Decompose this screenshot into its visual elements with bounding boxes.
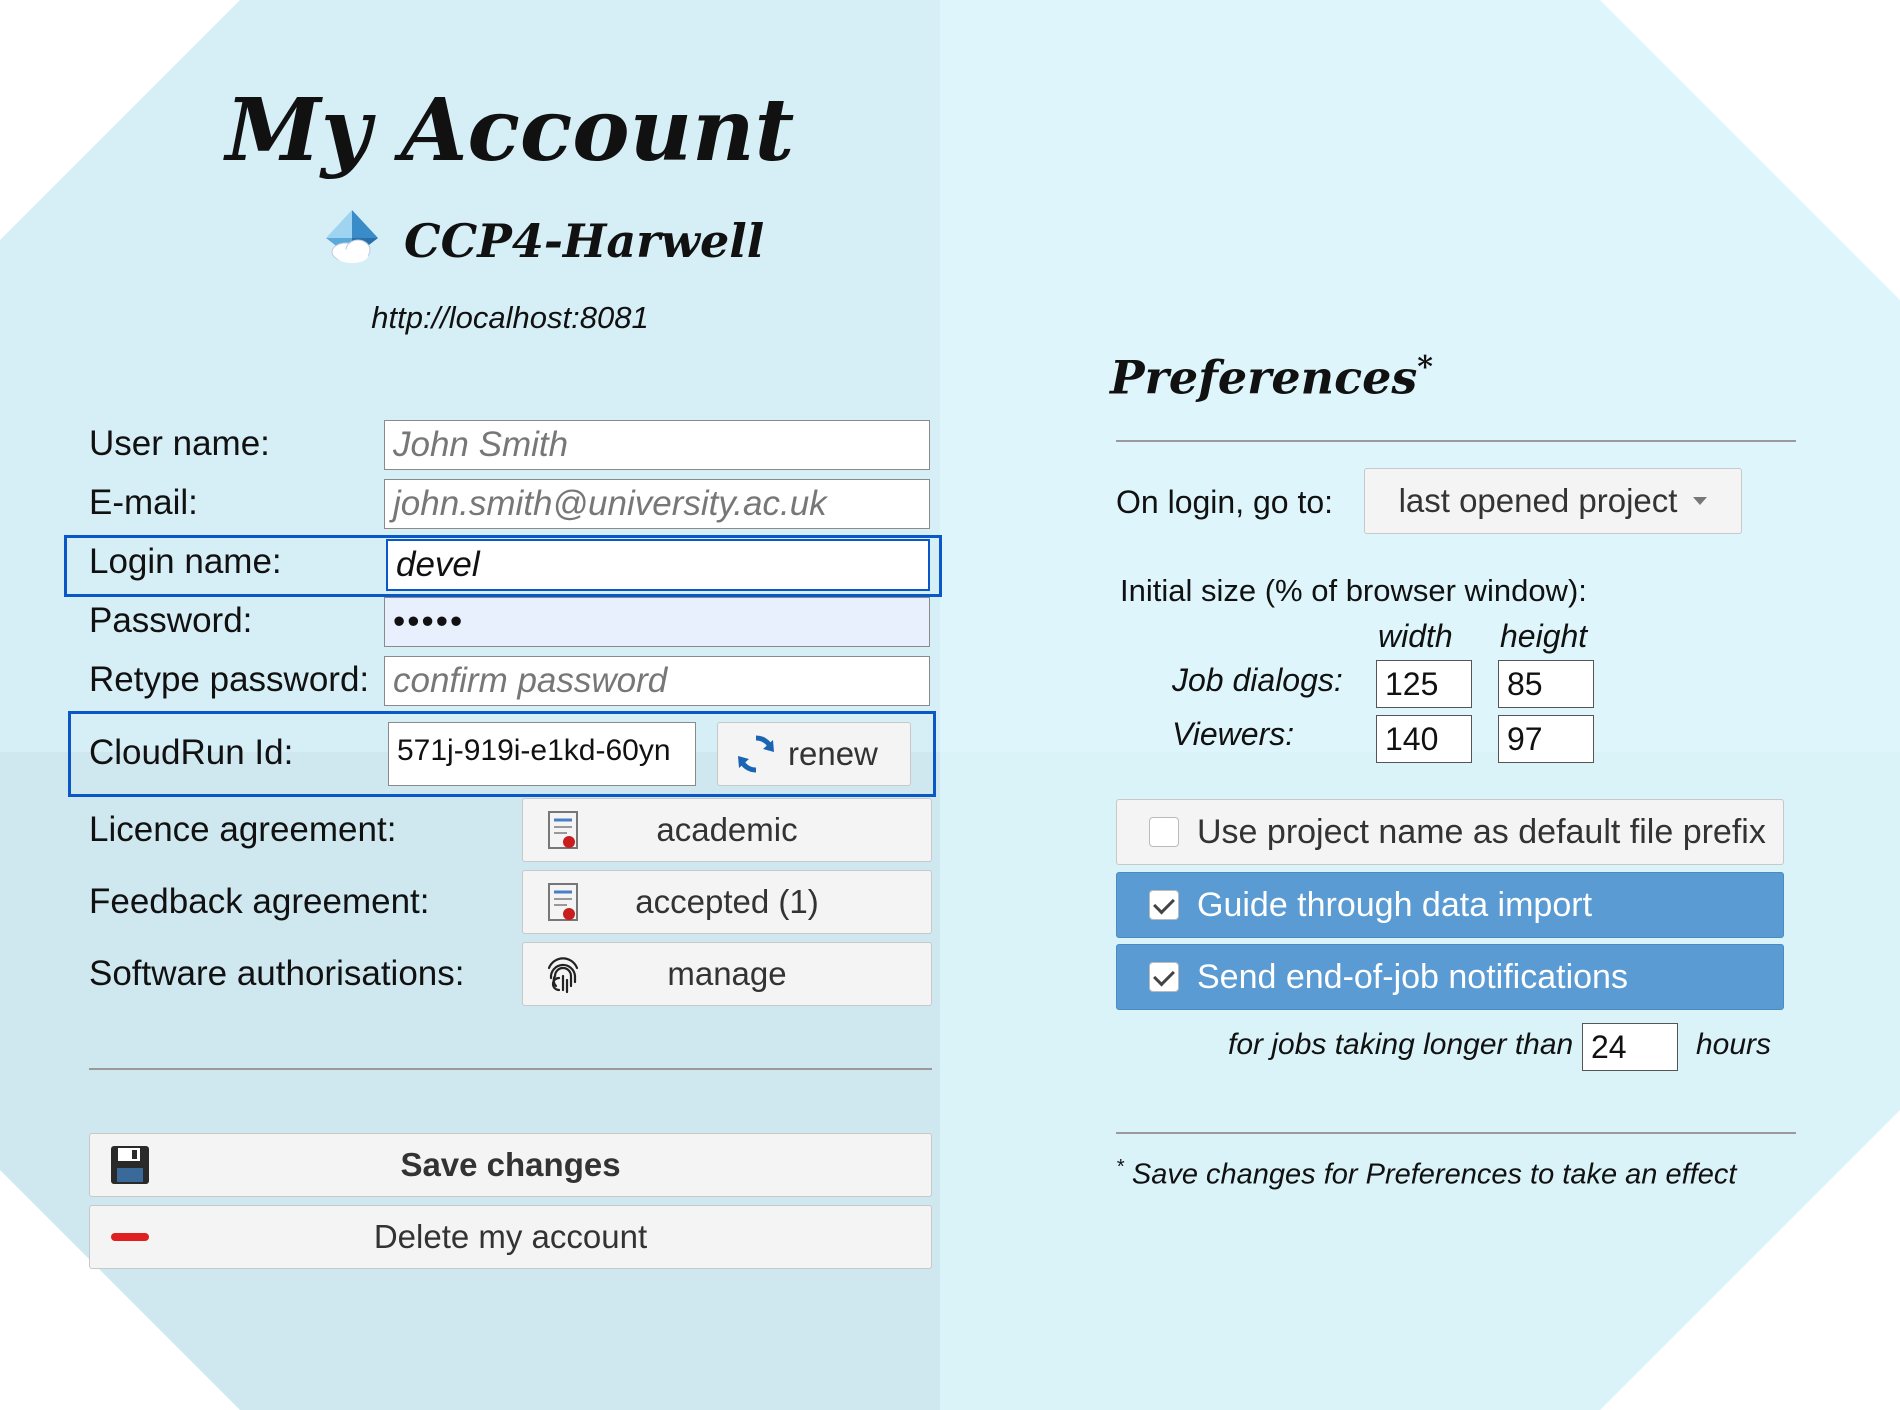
preferences-divider-bottom bbox=[1116, 1132, 1796, 1134]
toggle-end-of-job-notifications[interactable]: Send end-of-job notifications bbox=[1116, 944, 1784, 1010]
preferences-title: Preferences* bbox=[1110, 350, 1433, 405]
preferences-title-mark: * bbox=[1417, 350, 1433, 385]
viewers-height-input[interactable]: 97 bbox=[1498, 715, 1594, 763]
software-button[interactable]: manage bbox=[522, 942, 932, 1006]
preferences-footnote: * Save changes for Preferences to take a… bbox=[1116, 1156, 1736, 1192]
viewers-label: Viewers: bbox=[1172, 716, 1295, 752]
checkbox-icon bbox=[1149, 817, 1179, 847]
preferences-divider-top bbox=[1116, 440, 1796, 442]
password-label: Password: bbox=[89, 601, 253, 640]
retype-password-label: Retype password: bbox=[89, 660, 370, 699]
site-url: http://localhost:8081 bbox=[371, 300, 649, 335]
height-header: height bbox=[1500, 618, 1588, 654]
cloud-diamond-icon bbox=[320, 208, 384, 273]
login-name-label: Login name: bbox=[89, 542, 282, 581]
login-name-field[interactable]: devel bbox=[386, 539, 930, 591]
toggle-guide-data-import[interactable]: Guide through data import bbox=[1116, 872, 1784, 938]
toggle-end-of-job-notifications-label: Send end-of-job notifications bbox=[1197, 957, 1628, 996]
footnote-mark: * bbox=[1116, 1156, 1124, 1178]
checkbox-icon bbox=[1149, 890, 1179, 920]
renew-button[interactable]: renew bbox=[717, 722, 911, 786]
fingerprint-icon bbox=[539, 950, 587, 998]
corner-top-right bbox=[1600, 0, 1900, 300]
notify-hours-suffix: hours bbox=[1696, 1028, 1772, 1061]
save-changes-label: Save changes bbox=[400, 1146, 621, 1183]
delete-account-button[interactable]: Delete my account bbox=[89, 1205, 932, 1269]
notify-prefix-text: for jobs taking longer than bbox=[1228, 1028, 1574, 1061]
initial-size-label: Initial size (% of browser window): bbox=[1120, 573, 1587, 608]
page-title: My Account bbox=[225, 80, 795, 181]
account-divider bbox=[89, 1068, 932, 1070]
viewers-width-input[interactable]: 140 bbox=[1376, 715, 1472, 763]
delete-account-label: Delete my account bbox=[373, 1218, 648, 1255]
certificate-icon bbox=[539, 806, 587, 854]
job-dialogs-height-input[interactable]: 85 bbox=[1498, 660, 1594, 708]
corner-bottom-right bbox=[1600, 1110, 1900, 1410]
cloudrun-label: CloudRun Id: bbox=[89, 733, 294, 772]
login-goto-select[interactable]: last opened project bbox=[1364, 468, 1742, 534]
job-dialogs-label: Job dialogs: bbox=[1172, 662, 1343, 698]
licence-value: academic bbox=[656, 811, 798, 848]
feedback-value: accepted (1) bbox=[635, 883, 819, 920]
retype-password-field[interactable]: confirm password bbox=[384, 656, 930, 706]
site-name: CCP4-Harwell bbox=[404, 213, 765, 268]
renew-label: renew bbox=[788, 735, 878, 772]
checkbox-icon bbox=[1149, 962, 1179, 992]
password-field[interactable]: ••••• bbox=[384, 597, 930, 647]
certificate-icon bbox=[539, 878, 587, 926]
user-name-field[interactable]: John Smith bbox=[384, 420, 930, 470]
floppy-disk-icon bbox=[106, 1141, 154, 1189]
refresh-icon bbox=[732, 730, 780, 778]
width-header: width bbox=[1378, 618, 1453, 654]
toggle-default-file-prefix-label: Use project name as default file prefix bbox=[1197, 812, 1766, 851]
licence-label: Licence agreement: bbox=[89, 810, 397, 849]
chevron-down-icon bbox=[1693, 497, 1708, 505]
footnote-text: Save changes for Preferences to take an … bbox=[1131, 1158, 1737, 1191]
email-field[interactable]: john.smith@university.ac.uk bbox=[384, 479, 930, 529]
software-label: Software authorisations: bbox=[89, 954, 465, 993]
email-label: E-mail: bbox=[89, 483, 198, 522]
minus-icon bbox=[106, 1213, 154, 1261]
job-dialogs-width-input[interactable]: 125 bbox=[1376, 660, 1472, 708]
licence-button[interactable]: academic bbox=[522, 798, 932, 862]
save-changes-button[interactable]: Save changes bbox=[89, 1133, 932, 1197]
cloudrun-id-field[interactable]: 571j-919i-e1kd-60yn bbox=[388, 722, 696, 786]
login-goto-label: On login, go to: bbox=[1116, 484, 1334, 520]
toggle-guide-data-import-label: Guide through data import bbox=[1197, 885, 1593, 924]
site-header: CCP4-Harwell bbox=[320, 208, 764, 273]
my-account-page: My Account CCP4-Harwell http://localhost… bbox=[0, 0, 1900, 1410]
login-goto-value: last opened project bbox=[1398, 482, 1678, 519]
software-value: manage bbox=[667, 955, 787, 992]
feedback-label: Feedback agreement: bbox=[89, 882, 430, 921]
toggle-default-file-prefix[interactable]: Use project name as default file prefix bbox=[1116, 799, 1784, 865]
feedback-button[interactable]: accepted (1) bbox=[522, 870, 932, 934]
user-name-label: User name: bbox=[89, 424, 270, 463]
notify-hours-input[interactable]: 24 bbox=[1582, 1023, 1678, 1071]
